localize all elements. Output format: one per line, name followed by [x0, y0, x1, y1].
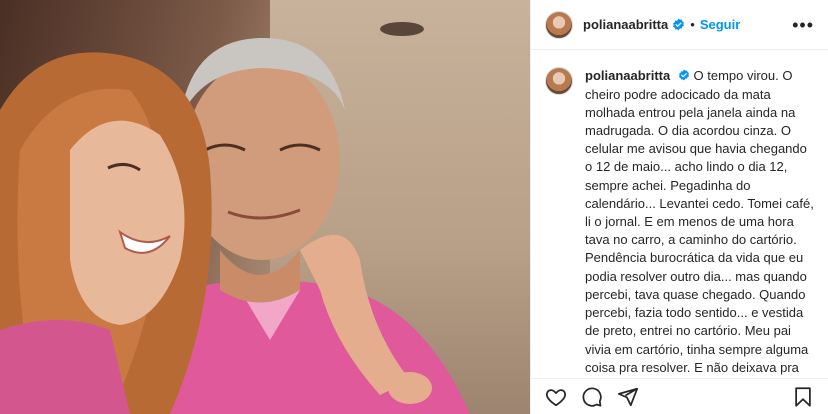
caption-verified-badge-icon [678, 67, 690, 85]
username-link[interactable]: polianaabritta [583, 17, 668, 32]
header-separator: • [690, 17, 695, 32]
action-bar [531, 378, 828, 414]
caption-username[interactable]: polianaabritta [585, 68, 670, 83]
photo-illustration [0, 37, 470, 414]
caption: polianaabritta O tempo virou. O cheiro p… [585, 67, 814, 378]
follow-button[interactable]: Seguir [700, 17, 740, 32]
caption-avatar[interactable] [545, 67, 573, 95]
comment-icon[interactable] [581, 386, 603, 408]
caption-text: O tempo virou. O cheiro podre adocicado … [585, 68, 814, 378]
more-options-icon[interactable]: ••• [792, 16, 814, 34]
instagram-post: polianaabritta • Seguir ••• polianaabrit… [0, 0, 828, 414]
post-sidebar: polianaabritta • Seguir ••• polianaabrit… [530, 0, 828, 414]
share-icon[interactable] [617, 386, 639, 408]
post-header: polianaabritta • Seguir ••• [531, 0, 828, 50]
verified-badge-icon [672, 18, 685, 31]
caption-area: polianaabritta O tempo virou. O cheiro p… [531, 50, 828, 378]
profile-avatar[interactable] [545, 10, 573, 39]
bookmark-icon[interactable] [792, 386, 814, 408]
heart-icon[interactable] [545, 386, 567, 408]
post-photo[interactable] [0, 0, 530, 414]
